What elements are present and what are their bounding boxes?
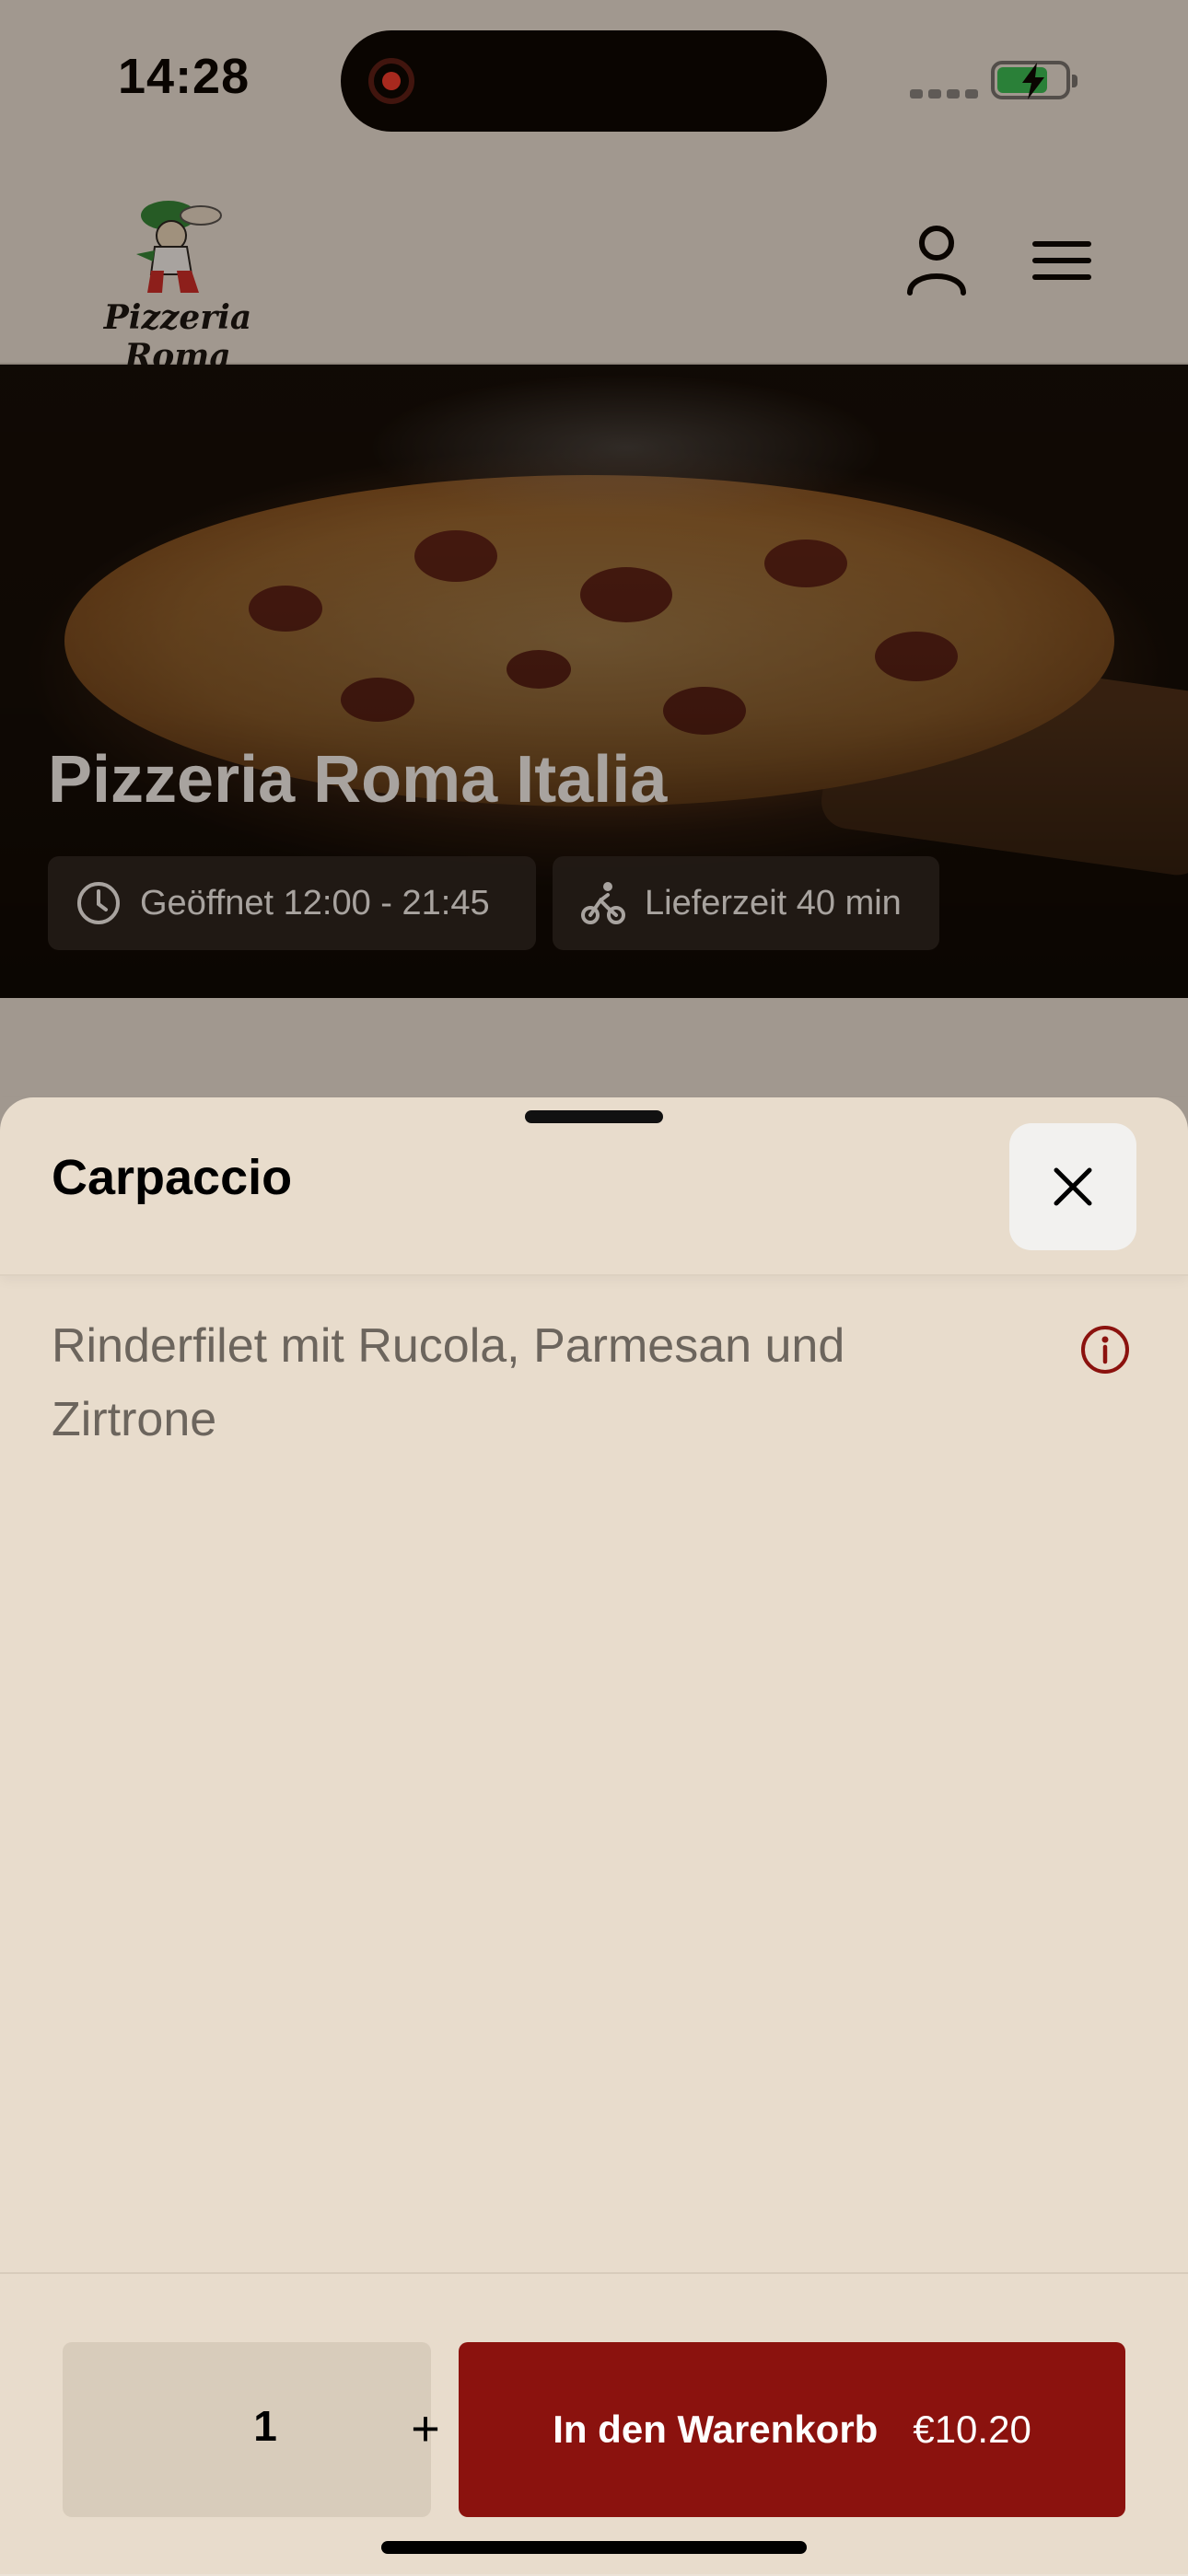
quantity-stepper[interactable]: 1 +: [63, 2342, 440, 2517]
quantity-value: 1: [253, 2402, 277, 2450]
add-to-cart-button[interactable]: In den Warenkorb €10.20: [459, 2342, 1125, 2517]
close-button[interactable]: [1009, 1123, 1136, 1250]
sheet-header: Carpaccio: [0, 1097, 1188, 1276]
home-indicator[interactable]: [381, 2541, 807, 2554]
increase-quantity-button[interactable]: +: [392, 2396, 459, 2462]
sheet-footer: 1 + In den Warenkorb €10.20: [0, 2272, 1188, 2576]
info-icon[interactable]: [1079, 1324, 1131, 1375]
product-title: Carpaccio: [52, 1150, 293, 1205]
close-icon: [1054, 1167, 1092, 1206]
product-bottom-sheet: Carpaccio Rinderfilet mit Rucola, Parmes…: [0, 1097, 1188, 2574]
add-to-cart-label: In den Warenkorb: [553, 2408, 879, 2451]
product-description: Rinderfilet mit Rucola, Parmesan und Zir…: [52, 1319, 845, 1446]
price-label: €10.20: [913, 2408, 1031, 2451]
